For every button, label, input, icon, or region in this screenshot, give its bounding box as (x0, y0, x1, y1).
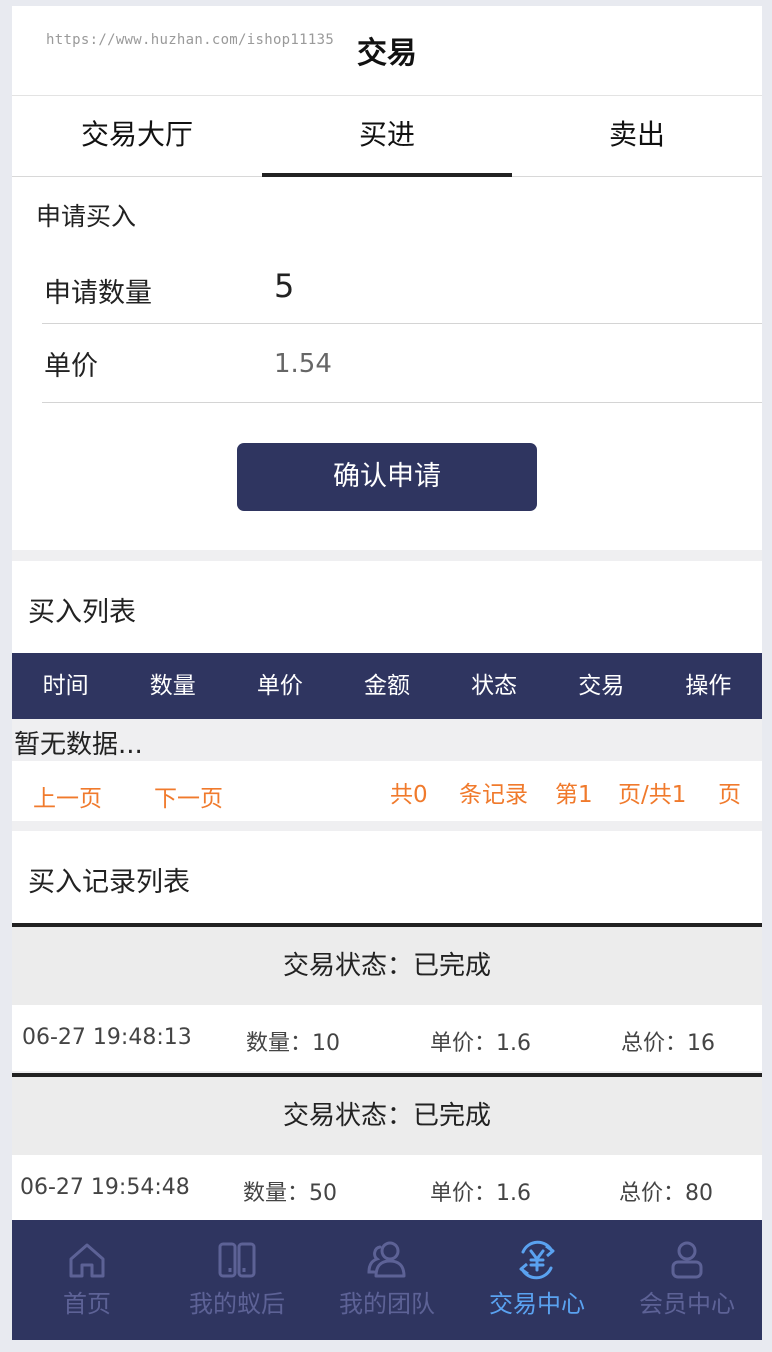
current-page: 第1 (555, 782, 593, 808)
header: https://www.huzhan.com/ishop11135 交易 (12, 6, 762, 96)
quantity-label: 申请数量 (44, 278, 152, 309)
tab-trading-hall[interactable]: 交易大厅 (12, 96, 262, 176)
buy-request-form: 申请买入 申请数量 5 单价 1.54 确认申请 (12, 177, 762, 550)
column-header: 数量 (149, 673, 196, 699)
price-value: 1.54 (274, 349, 332, 379)
records-title: 买入记录列表 (28, 867, 190, 898)
nav-member-center[interactable]: 会员中心 (612, 1220, 762, 1340)
nav-my-queen[interactable]: 我的蚁后 (162, 1220, 312, 1340)
prev-page-link[interactable]: 上一页 (33, 779, 102, 813)
total-count-suffix: 条记录 (459, 782, 528, 808)
tab-sell[interactable]: 卖出 (512, 96, 762, 176)
form-title: 申请买入 (36, 202, 137, 231)
home-icon (69, 1243, 105, 1278)
quantity-input[interactable]: 5 (274, 267, 294, 305)
page-title: 交易 (357, 36, 417, 71)
record-status: 交易状态：已完成 (12, 923, 762, 1005)
tab-buy[interactable]: 买进 (262, 96, 512, 177)
buy-list-title: 买入列表 (28, 597, 136, 628)
column-header: 交易 (578, 673, 625, 699)
trade-tabs: 交易大厅 买进 卖出 (12, 96, 762, 177)
book-icon (218, 1242, 256, 1278)
team-icon (367, 1241, 406, 1278)
record-price: 单价：1.6 (430, 1031, 531, 1056)
nav-label: 我的团队 (339, 1290, 435, 1318)
page-suffix: 页 (718, 782, 741, 808)
price-row: 单价 1.54 (42, 324, 762, 403)
nav-trade-center[interactable]: 交易中心 (462, 1220, 612, 1340)
record-quantity: 数量：10 (246, 1031, 340, 1056)
buy-list-header: 买入列表 (12, 561, 762, 653)
record-time: 06-27 19:48:13 (22, 1025, 192, 1050)
user-icon (671, 1241, 703, 1279)
next-page-link[interactable]: 下一页 (154, 779, 223, 813)
column-header: 操作 (685, 673, 732, 699)
record-time: 06-27 19:54:48 (20, 1175, 190, 1200)
nav-label: 我的蚁后 (189, 1290, 285, 1318)
total-count: 共0 (390, 782, 428, 808)
page-total: 页/共1 (618, 782, 687, 808)
record-detail-row: 06-27 19:48:13 数量：10 单价：1.6 总价：16 (12, 1005, 762, 1071)
nav-label: 首页 (63, 1290, 111, 1318)
column-header: 单价 (256, 673, 303, 699)
nav-home[interactable]: 首页 (12, 1220, 162, 1340)
nav-label: 交易中心 (489, 1290, 585, 1318)
yuan-exchange-icon (519, 1240, 555, 1280)
quantity-row: 申请数量 5 (42, 249, 762, 324)
record-total: 总价：80 (619, 1181, 713, 1206)
record-price: 单价：1.6 (430, 1181, 531, 1206)
buy-list-table-header: 时间 数量 单价 金额 状态 交易 操作 (12, 653, 762, 719)
record-status: 交易状态：已完成 (12, 1073, 762, 1155)
nav-label: 会员中心 (639, 1290, 735, 1318)
records-header: 买入记录列表 (12, 831, 762, 923)
record-detail-row: 06-27 19:54:48 数量：50 单价：1.6 总价：80 (12, 1155, 762, 1221)
pagination: 上一页 下一页 共0 条记录 第1 页/共1 页 (12, 761, 762, 821)
column-header: 时间 (42, 673, 89, 699)
column-header: 金额 (363, 673, 410, 699)
confirm-request-button[interactable]: 确认申请 (237, 443, 537, 511)
empty-state-text: 暂无数据... (14, 730, 143, 760)
price-label: 单价 (44, 351, 98, 382)
nav-my-team[interactable]: 我的团队 (312, 1220, 462, 1340)
record-total: 总价：16 (621, 1031, 715, 1056)
bottom-nav: 首页 我的蚁后 我的团队 交易中心 会员中心 (12, 1220, 762, 1340)
record-quantity: 数量：50 (243, 1181, 337, 1206)
column-header: 状态 (471, 673, 518, 699)
phone-screen: https://www.huzhan.com/ishop11135 交易 交易大… (12, 6, 762, 1340)
